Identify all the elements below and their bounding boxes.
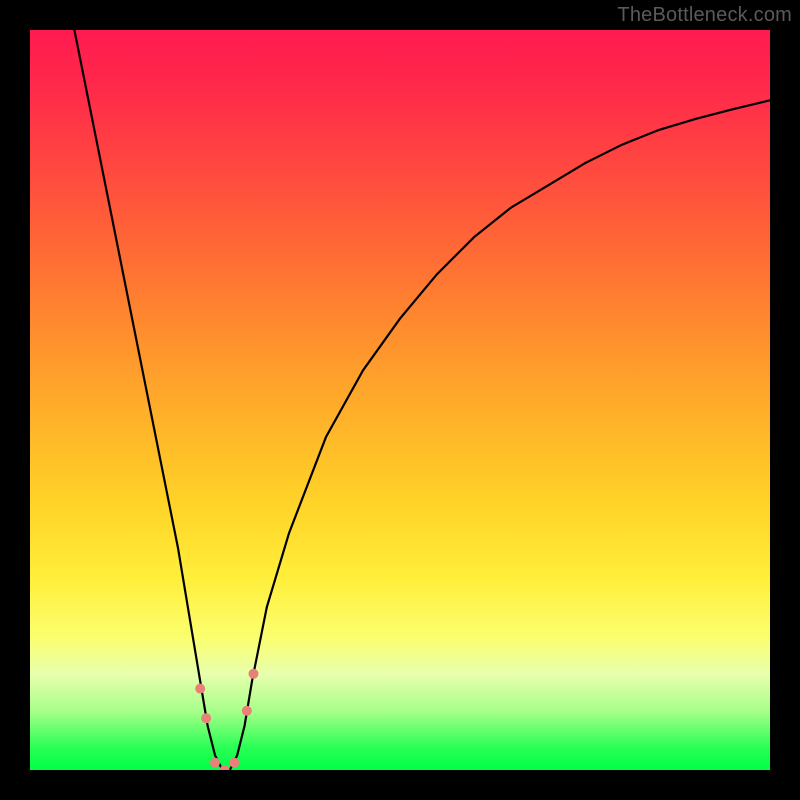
marker-right-lower — [242, 706, 252, 716]
marker-bottom-3 — [229, 758, 239, 768]
chart-frame: TheBottleneck.com — [0, 0, 800, 800]
marker-left-upper — [195, 684, 205, 694]
marker-left-lower — [201, 713, 211, 723]
curve-svg — [30, 30, 770, 770]
bottleneck-curve — [74, 30, 770, 770]
plot-area — [30, 30, 770, 770]
curve-markers — [195, 669, 258, 770]
marker-right-upper — [248, 669, 258, 679]
marker-bottom-1 — [210, 758, 220, 768]
watermark-text: TheBottleneck.com — [617, 4, 792, 27]
